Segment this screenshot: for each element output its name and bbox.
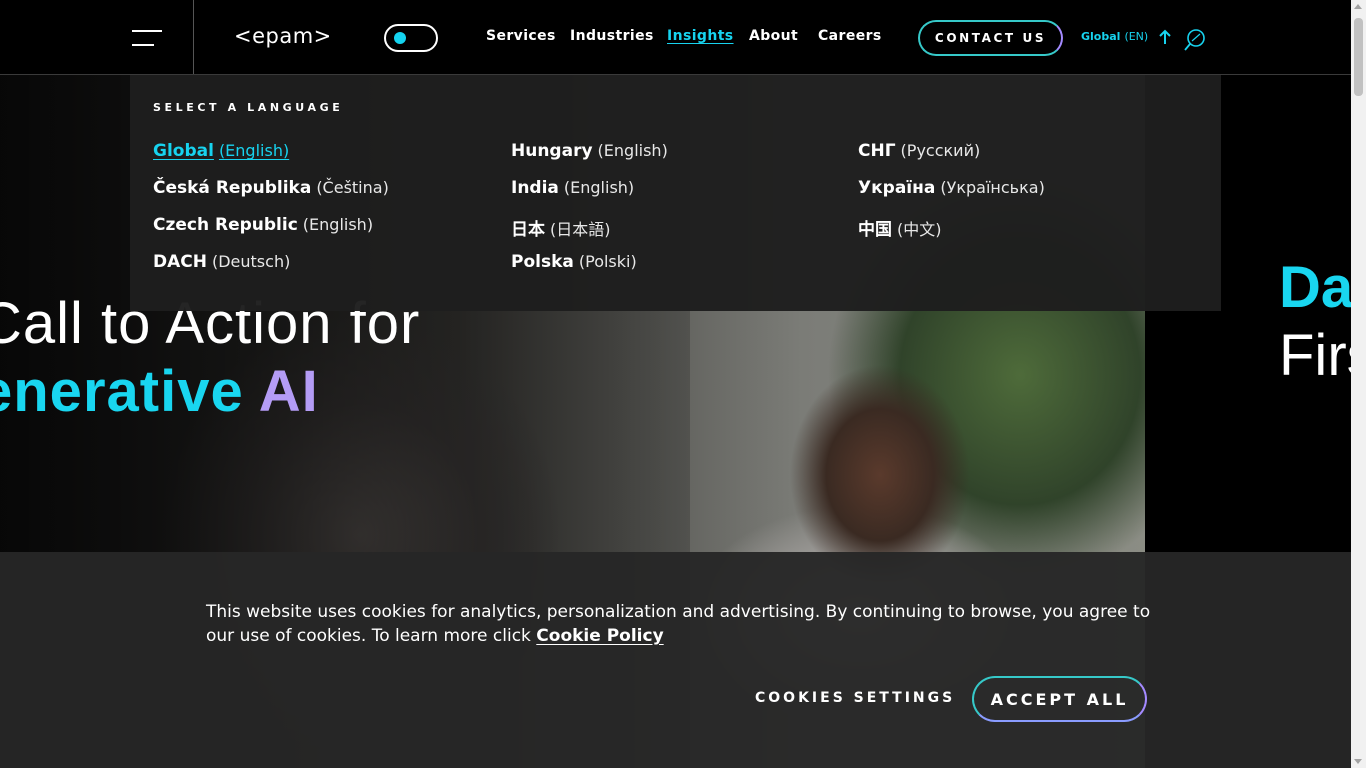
lang-language: (中文) — [897, 220, 942, 239]
lang-option-japan[interactable]: 日本 (日本語) — [511, 215, 611, 240]
lang-country: Україна — [858, 178, 936, 198]
cookie-text: This website uses cookies for analytics,… — [206, 602, 1151, 646]
nav-insights[interactable]: Insights — [667, 28, 734, 44]
language-code: (EN) — [1124, 30, 1149, 43]
accept-all-button[interactable]: ACCEPT ALL — [972, 676, 1147, 722]
lang-option-ceska-republika[interactable]: Česká Republika (Čeština) — [153, 178, 389, 198]
lang-option-polska[interactable]: Polska (Polski) — [511, 252, 637, 272]
lang-language: (Deutsch) — [211, 252, 291, 271]
lang-country: 中国 — [858, 220, 892, 240]
hamburger-menu-icon[interactable] — [132, 30, 162, 46]
lang-country: India — [511, 178, 559, 198]
lang-option-china[interactable]: 中国 (中文) — [858, 215, 942, 240]
search-icon[interactable] — [1183, 28, 1207, 52]
lang-language: (English) — [302, 215, 374, 234]
lang-option-sng[interactable]: СНГ (Русский) — [858, 141, 980, 161]
nav-careers[interactable]: Careers — [818, 28, 882, 44]
epam-logo[interactable]: <epam> — [234, 24, 332, 48]
lang-language: (日本語) — [550, 220, 611, 239]
lang-language: (English) — [218, 141, 290, 160]
lang-language: (Русский) — [900, 141, 981, 160]
lang-country: Česká Republika — [153, 178, 312, 198]
lang-country: СНГ — [858, 141, 896, 161]
lang-country: 日本 — [511, 220, 545, 240]
lang-option-global[interactable]: Global (English) — [153, 141, 289, 161]
site-header: <epam> Services Industries Insights Abou… — [0, 0, 1351, 75]
scrollbar-thumb[interactable] — [1354, 18, 1363, 96]
contact-us-button[interactable]: CONTACT US — [918, 20, 1063, 56]
language-selector[interactable]: Global (EN) — [1081, 30, 1148, 43]
lang-language: (English) — [597, 141, 668, 160]
lang-language: (Українська) — [940, 178, 1045, 197]
lang-country: DACH — [153, 252, 207, 272]
scroll-up-icon[interactable] — [1354, 4, 1362, 9]
lang-option-czech-republic[interactable]: Czech Republic (English) — [153, 215, 373, 235]
arrow-up-icon[interactable] — [1158, 29, 1172, 45]
lang-option-hungary[interactable]: Hungary (English) — [511, 141, 668, 161]
language-heading: SELECT A LANGUAGE — [153, 101, 344, 114]
cookie-policy-link[interactable]: Cookie Policy — [536, 626, 663, 646]
nav-industries[interactable]: Industries — [570, 28, 654, 44]
lang-option-dach[interactable]: DACH (Deutsch) — [153, 252, 290, 272]
lang-language: (English) — [563, 178, 635, 197]
language-region: Global — [1081, 30, 1121, 43]
hero-title-line2: enerative AI — [0, 358, 420, 426]
lang-country: Czech Republic — [153, 215, 298, 235]
toggle-knob — [394, 32, 406, 44]
page-scrollbar[interactable] — [1351, 0, 1366, 768]
nav-about[interactable]: About — [749, 28, 798, 44]
cookie-message: This website uses cookies for analytics,… — [206, 600, 1156, 648]
language-dropdown: SELECT A LANGUAGE Global (English) Česká … — [130, 75, 1221, 311]
theme-toggle-icon[interactable] — [384, 24, 438, 52]
cookies-settings-button[interactable]: COOKIES SETTINGS — [755, 690, 955, 706]
hero-title-ai: AI — [258, 359, 319, 424]
lang-language: (Čeština) — [316, 178, 389, 197]
lang-language: (Polski) — [578, 252, 637, 271]
hero-title-word: enerative — [0, 359, 244, 424]
scroll-down-icon[interactable] — [1354, 759, 1362, 764]
lang-country: Global — [153, 141, 214, 161]
lang-country: Hungary — [511, 141, 593, 161]
lang-country: Polska — [511, 252, 574, 272]
header-divider — [193, 0, 194, 74]
lang-option-india[interactable]: India (English) — [511, 178, 634, 198]
nav-services[interactable]: Services — [486, 28, 556, 44]
lang-option-ukraine[interactable]: Україна (Українська) — [858, 178, 1045, 198]
cookie-banner: This website uses cookies for analytics,… — [0, 552, 1351, 768]
